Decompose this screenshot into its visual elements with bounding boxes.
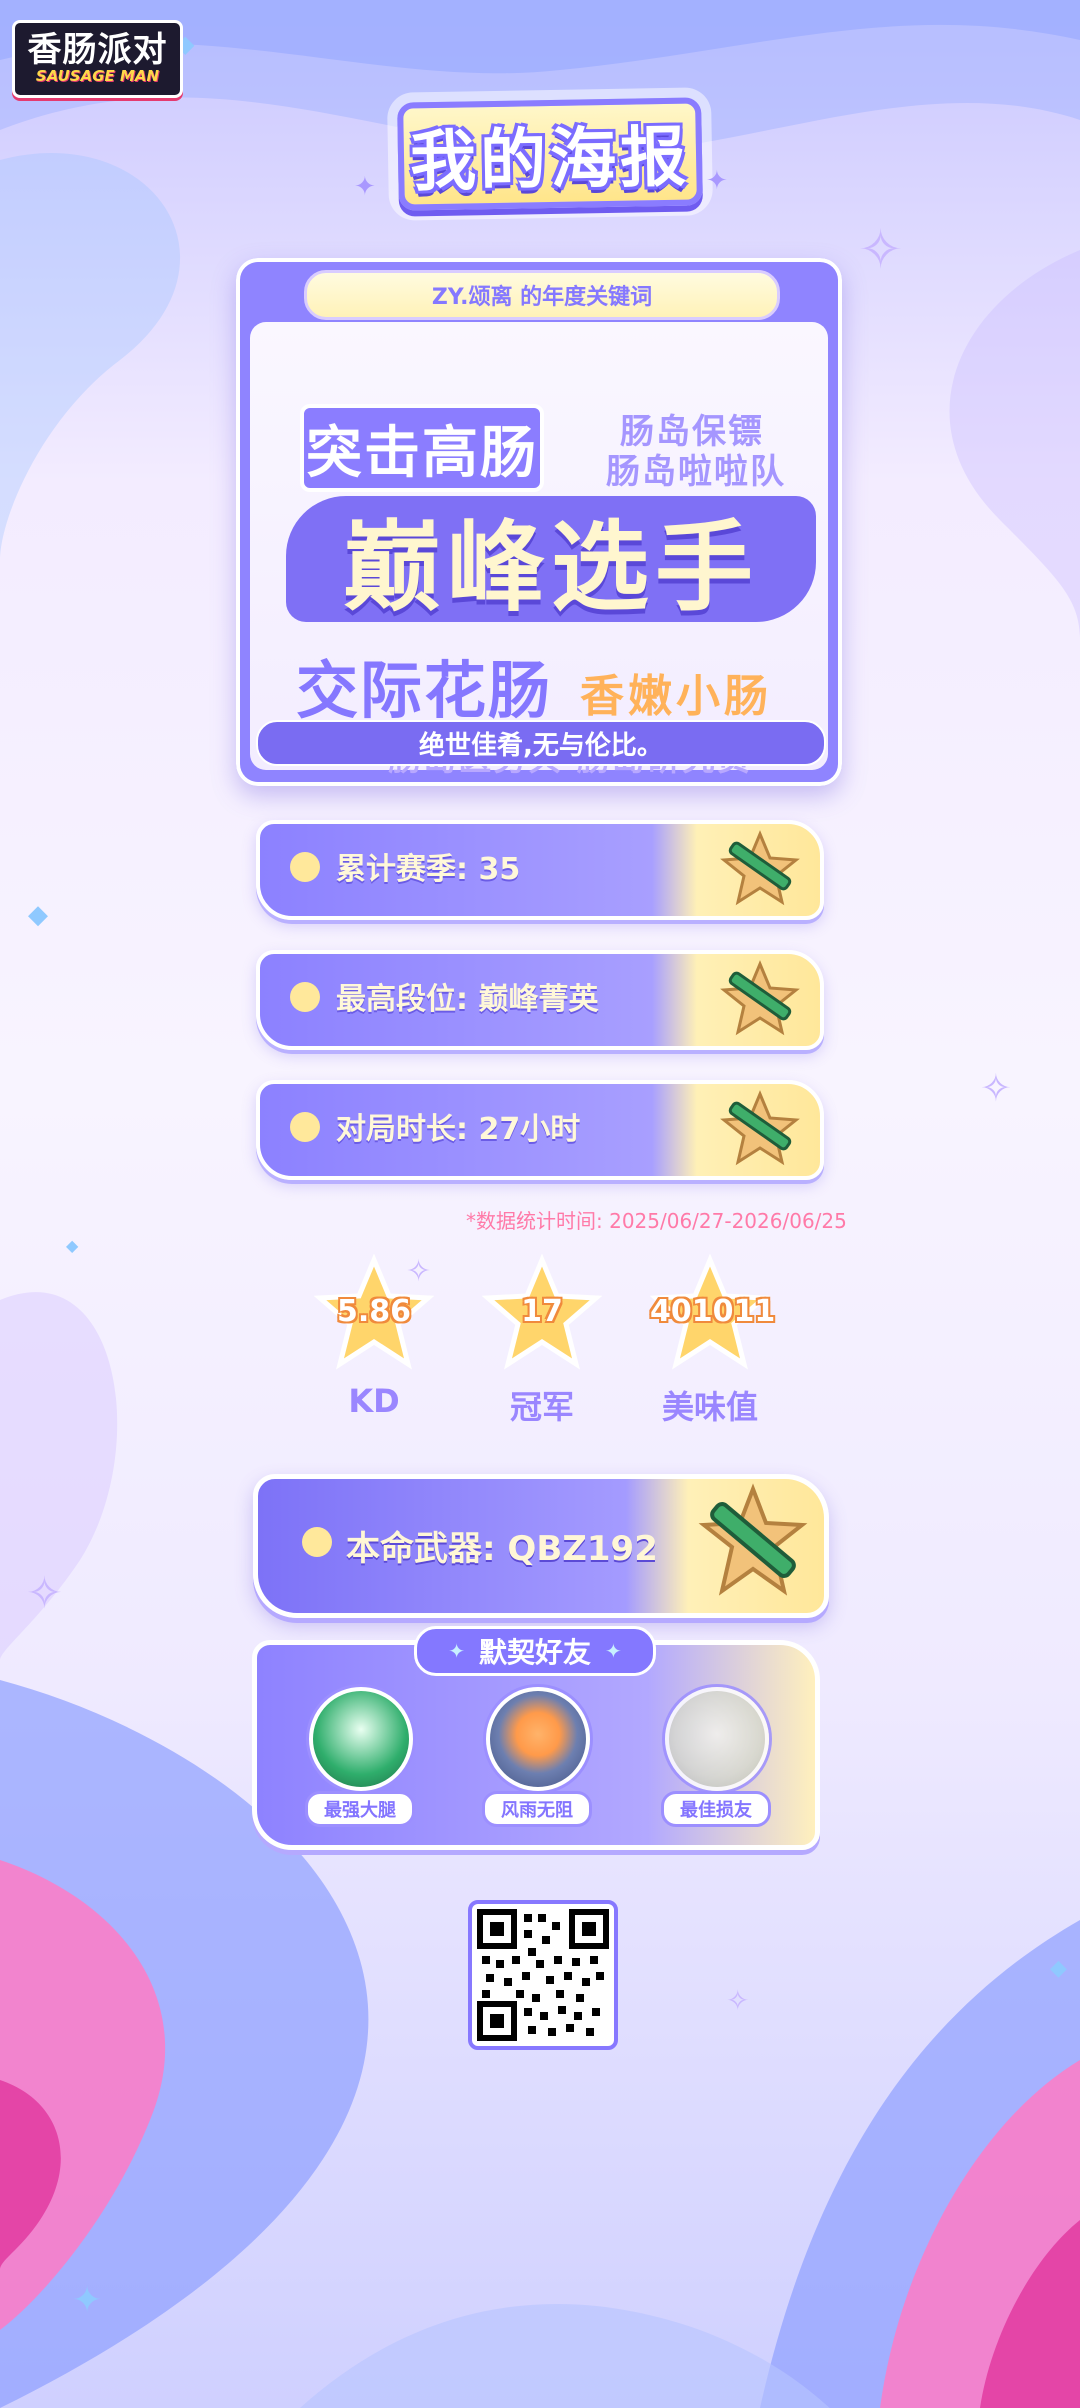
- qr-code-graphic: [477, 1909, 609, 2041]
- crystal-icon: ✦: [72, 2280, 103, 2321]
- page-title: 我的海报: [397, 97, 703, 211]
- data-period-note: *数据统计时间: 2025/06/27-2026/06/25: [466, 1209, 847, 1233]
- crystal-icon: ◆: [28, 900, 48, 930]
- keyword-footer: 绝世佳肴,无与伦比。: [256, 720, 826, 766]
- keyword-row3-left: 交际花肠: [296, 654, 553, 727]
- friend-label-2: 风雨无阻: [482, 1791, 592, 1827]
- keyword-panel: 突击高肠 肠岛保镖 肠岛啦啦队 巅峰选手 交际花肠 香嫩小肠 ✧ 肠岛医务兵 肠…: [250, 322, 828, 778]
- sparkle-icon: ✦: [354, 172, 376, 202]
- stat-seasons: 累计赛季: 35: [256, 820, 824, 920]
- friend-avatar-2[interactable]: [486, 1687, 590, 1791]
- game-logo: 香肠派对 SAUSAGE MAN: [12, 20, 183, 98]
- bullet-icon: [290, 852, 320, 882]
- friends-title-text: 默契好友: [478, 1636, 591, 1669]
- bullet-icon: [290, 1112, 320, 1142]
- tasty-star: 401011: [650, 1254, 776, 1374]
- keyword-header: ZY.颂离 的年度关键词: [304, 270, 780, 320]
- keyword-row3-right: 香嫩小肠: [580, 671, 772, 722]
- keyword-side-2: 肠岛啦啦队: [606, 452, 786, 492]
- stat-playtime: 对局时长: 27小时: [256, 1080, 824, 1180]
- page-title-text: 我的海报: [409, 118, 691, 201]
- crystal-icon: ◆: [1050, 1956, 1067, 1981]
- wins-star: 17: [482, 1254, 602, 1374]
- kd-star: 5.86: [314, 1254, 434, 1374]
- crystal-icon: ◆: [66, 1236, 79, 1255]
- sparkle-icon: ✧: [26, 1568, 63, 1619]
- rifle-star-icon: [698, 1483, 808, 1596]
- signature-weapon-card: 本命武器: QBZ192: [253, 1474, 829, 1618]
- tasty-value: 401011: [650, 1294, 776, 1329]
- bullet-icon: [302, 1527, 332, 1557]
- logo-subtitle: SAUSAGE MAN: [35, 67, 160, 85]
- stat-rank: 最高段位: 巅峰菁英: [256, 950, 824, 1050]
- keyword-main: 巅峰选手: [342, 511, 759, 625]
- friends-title: ✦ 默契好友 ✦: [414, 1626, 656, 1676]
- stat-playtime-label: 对局时长: 27小时: [336, 1112, 581, 1147]
- stat-rank-label: 最高段位: 巅峰菁英: [336, 982, 599, 1017]
- friend-label-1: 最强大腿: [305, 1791, 415, 1827]
- kd-value: 5.86: [336, 1294, 412, 1329]
- friend-label-3: 最佳损友: [661, 1791, 771, 1827]
- keyword-card: ZY.颂离 的年度关键词 突击高肠 肠岛保镖 肠岛啦啦队 巅峰选手 交际花肠 香…: [236, 258, 842, 786]
- wins-label: 冠军: [509, 1388, 574, 1426]
- sparkle-icon: ✦: [448, 1639, 465, 1663]
- logo-title: 香肠派对: [27, 30, 168, 70]
- sparkle-icon: ✦: [605, 1639, 622, 1663]
- wins-value: 17: [521, 1294, 563, 1329]
- rifle-star-icon: [720, 830, 800, 906]
- keyword-tag-primary: 突击高肠: [300, 404, 544, 492]
- signature-weapon-label: 本命武器: QBZ192: [346, 1529, 658, 1569]
- sparkle-icon: ✦: [706, 166, 728, 196]
- rifle-star-icon: [720, 960, 800, 1036]
- sparkle-icon: ✧: [726, 1984, 750, 2017]
- friend-avatar-1[interactable]: [309, 1687, 413, 1791]
- sparkle-icon: ✧: [858, 218, 904, 281]
- stat-seasons-label: 累计赛季: 35: [336, 852, 521, 887]
- rifle-star-icon: [720, 1090, 800, 1166]
- qr-code-icon[interactable]: [468, 1900, 618, 2050]
- bullet-icon: [290, 982, 320, 1012]
- sparkle-icon: ✧: [980, 1066, 1012, 1110]
- kd-label: KD: [348, 1382, 400, 1420]
- friend-avatar-3[interactable]: [665, 1687, 769, 1791]
- tasty-label: 美味值: [661, 1388, 758, 1426]
